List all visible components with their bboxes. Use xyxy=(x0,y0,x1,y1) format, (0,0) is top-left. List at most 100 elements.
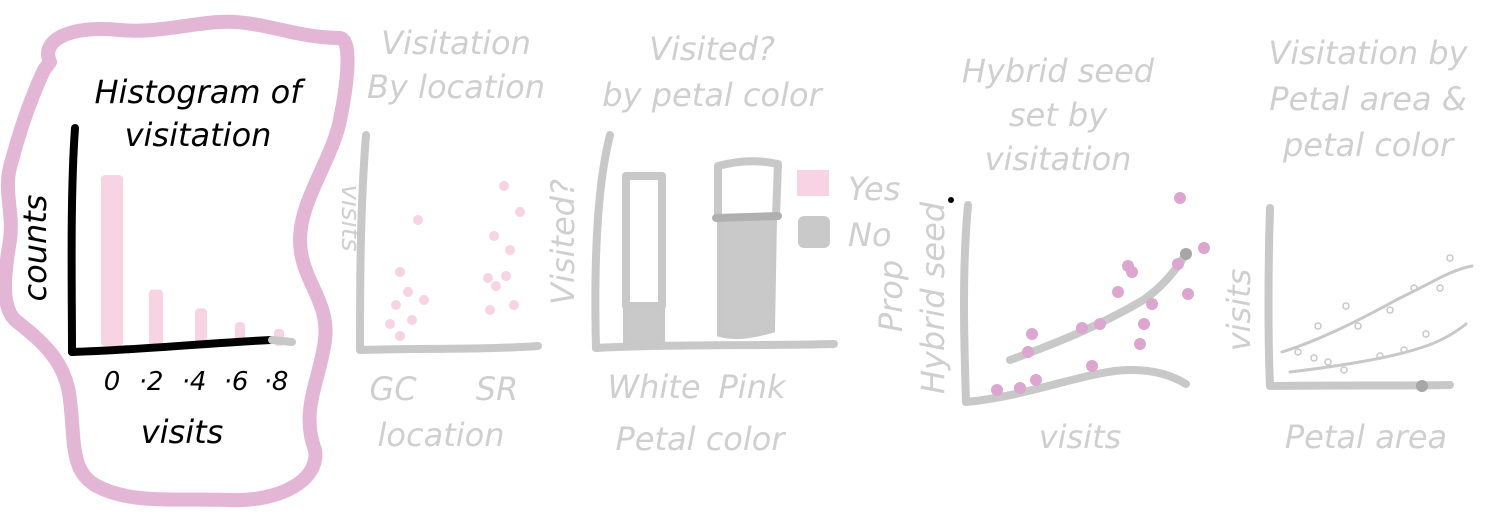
petal-area-title-line3: petal color xyxy=(1282,126,1455,164)
sketch-svg: Histogram of visitation counts 0 ·2 ·4 ·… xyxy=(0,14,1474,508)
seed-set-ylabel-line1: Prop xyxy=(872,260,910,332)
seed-set-point xyxy=(1172,258,1184,270)
petal-area-point xyxy=(1340,366,1348,374)
petal-area-point xyxy=(1354,322,1362,330)
histogram-tick-label: ·6 xyxy=(224,367,249,397)
histogram-title-line2: visitation xyxy=(125,116,272,154)
petal-color-title-line1: Visited? xyxy=(649,30,775,68)
seed-set-point xyxy=(1198,242,1210,254)
histogram-tick-label: 0 xyxy=(104,367,121,397)
location-point xyxy=(489,231,499,241)
seed-set-trend-line xyxy=(1006,250,1190,364)
petal-area-title-line2: Petal area & xyxy=(1269,80,1466,118)
location-point xyxy=(485,305,495,315)
petal-color-category-label: Pink xyxy=(719,368,787,406)
location-panel: Visitation By location visits GC SR loca… xyxy=(335,24,545,454)
sketch-canvas: Histogram of visitation counts 0 ·2 ·4 ·… xyxy=(0,0,1486,514)
location-point xyxy=(413,215,423,225)
location-category-label: GC xyxy=(369,370,417,408)
seed-set-point xyxy=(1138,318,1150,330)
location-point xyxy=(483,273,493,283)
location-point xyxy=(491,281,501,291)
location-x-axis xyxy=(356,342,542,354)
seed-set-point xyxy=(1126,266,1138,278)
location-point xyxy=(505,245,515,255)
histogram-bar xyxy=(149,289,163,346)
seed-set-title-line2: set by xyxy=(1009,96,1108,134)
location-title-line2: By location xyxy=(367,68,545,106)
seed-set-point xyxy=(1076,322,1088,334)
histogram-tick-label: ·4 xyxy=(182,367,207,397)
petal-color-title-line2: by petal color xyxy=(602,76,823,114)
seed-set-title-line1: Hybrid seed xyxy=(962,52,1155,90)
seed-set-panel: Hybrid seed set by visitation Prop Hybri… xyxy=(872,52,1210,456)
location-point xyxy=(419,295,429,305)
legend-no-label: No xyxy=(848,216,892,254)
pink-yes-bar-outline xyxy=(714,157,782,220)
petal-area-point xyxy=(1294,348,1302,356)
petal-area-point xyxy=(1386,306,1394,314)
petal-area-point xyxy=(1422,330,1430,338)
location-point xyxy=(499,181,509,191)
petal-color-ylabel: Visited? xyxy=(544,179,582,305)
location-point xyxy=(385,319,395,329)
seed-set-point xyxy=(1112,286,1124,298)
histogram-xlabel: visits xyxy=(141,413,224,451)
petal-color-category-label: White xyxy=(607,368,700,406)
seed-set-point xyxy=(1014,382,1026,394)
pink-no-bar xyxy=(717,215,778,340)
location-point xyxy=(515,207,525,217)
petal-area-title-line1: Visitation by xyxy=(1268,34,1468,72)
location-point xyxy=(509,300,519,310)
legend-yes-label: Yes xyxy=(848,170,900,208)
seed-set-y-axis xyxy=(960,201,972,406)
histogram-y-axis xyxy=(67,124,79,356)
location-category-label: SR xyxy=(476,370,519,408)
petal-area-point xyxy=(1314,322,1322,330)
petal-color-y-axis xyxy=(591,131,614,352)
histogram-bar xyxy=(101,175,123,346)
location-title-line1: Visitation xyxy=(381,24,531,62)
petal-area-trend-lower xyxy=(1288,322,1468,374)
seed-set-point xyxy=(1086,360,1098,372)
histogram-tick-label: ·2 xyxy=(139,367,164,397)
seed-set-trend-end xyxy=(1180,248,1192,260)
histogram-ylabel: counts xyxy=(16,195,54,302)
histogram-x-axis-tail xyxy=(268,336,296,346)
seed-set-point xyxy=(1022,346,1034,358)
seed-set-ylabel-line2: Hybrid seed xyxy=(914,201,952,394)
white-yes-bar xyxy=(623,303,665,345)
legend-yes-swatch xyxy=(797,170,829,196)
location-point xyxy=(395,267,405,277)
petal-area-point xyxy=(1446,254,1454,262)
petal-area-ylabel: visits xyxy=(1220,269,1258,352)
seed-set-point xyxy=(1026,328,1038,340)
seed-set-point xyxy=(1134,338,1146,350)
white-no-bar-outline xyxy=(622,172,666,310)
seed-set-point xyxy=(1182,288,1194,300)
petal-area-axis-end xyxy=(1416,380,1428,392)
histogram-tick-label: ·8 xyxy=(264,367,289,397)
location-point xyxy=(391,300,401,310)
histogram-bars xyxy=(101,175,284,346)
petal-area-point xyxy=(1436,284,1444,292)
seed-set-point xyxy=(1094,318,1106,330)
location-xlabel: location xyxy=(378,416,505,454)
petal-area-point xyxy=(1342,302,1350,310)
petal-area-point xyxy=(1324,358,1332,366)
petal-area-xlabel: Petal area xyxy=(1285,418,1447,456)
seed-set-title-line3: visitation xyxy=(985,140,1132,178)
histogram-panel: Histogram of visitation counts 0 ·2 ·4 ·… xyxy=(0,14,355,508)
location-point xyxy=(407,315,417,325)
location-point xyxy=(395,331,405,341)
seed-set-point xyxy=(1146,298,1158,310)
seed-set-xlabel: visits xyxy=(1039,418,1122,456)
seed-set-point xyxy=(991,384,1003,396)
petal-color-panel: Visited? by petal color Visited? Yes No … xyxy=(544,30,900,458)
seed-set-point xyxy=(1030,374,1042,386)
location-point xyxy=(403,287,413,297)
petal-area-point xyxy=(1310,354,1318,362)
petal-area-y-axis xyxy=(1264,204,1274,390)
pink-bar-divider xyxy=(712,212,782,222)
seed-set-stray-dot xyxy=(948,197,954,203)
